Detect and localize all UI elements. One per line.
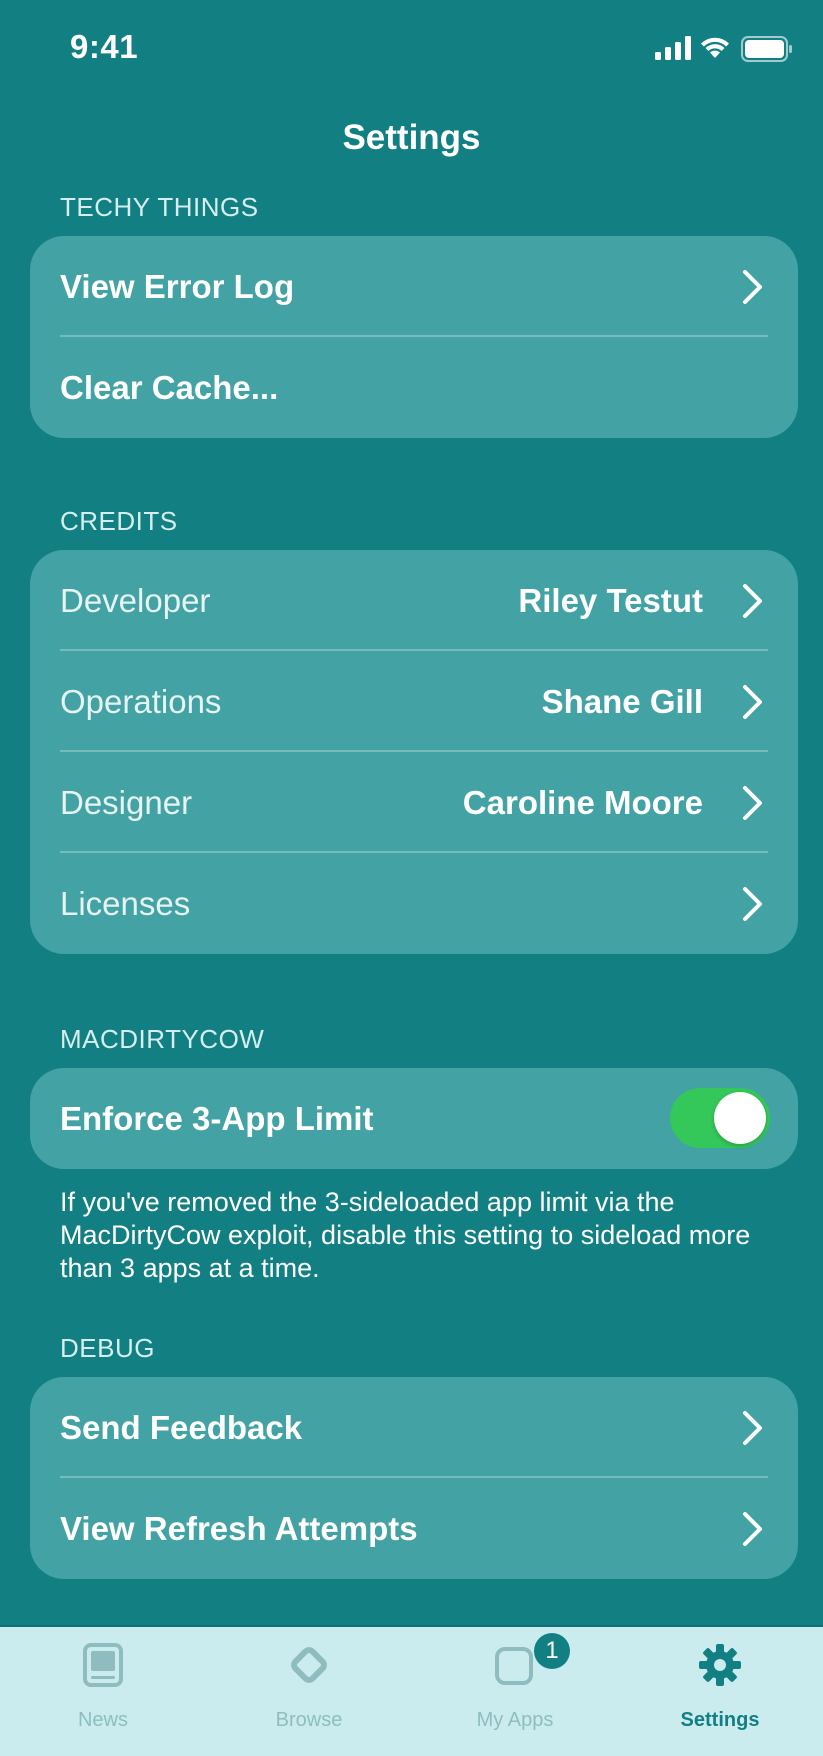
clear-cache-row[interactable]: Clear Cache... — [30, 337, 798, 438]
chevron-right-icon — [743, 786, 762, 820]
tab-my-apps[interactable]: 1 My Apps — [412, 1627, 618, 1756]
designer-value: Caroline Moore — [462, 784, 703, 821]
credits-designer-row[interactable]: Designer Caroline Moore — [30, 752, 798, 853]
licenses-label: Licenses — [60, 885, 191, 922]
enforce-app-limit-toggle[interactable] — [670, 1088, 770, 1148]
chevron-right-icon — [743, 1411, 762, 1445]
browse-icon — [291, 1647, 327, 1683]
developer-value: Riley Testut — [518, 582, 703, 619]
macdirtycow-footer-note: If you've removed the 3-sideloaded app l… — [60, 1187, 751, 1283]
licenses-row[interactable]: Licenses — [30, 853, 798, 954]
view-error-log-row[interactable]: View Error Log — [30, 236, 798, 337]
operations-label: Operations — [60, 683, 222, 720]
send-feedback-row[interactable]: Send Feedback — [30, 1377, 798, 1478]
page-title: Settings — [342, 118, 481, 157]
tab-settings-label: Settings — [680, 1709, 760, 1731]
send-feedback-label: Send Feedback — [60, 1409, 303, 1446]
tab-my-apps-label: My Apps — [476, 1709, 554, 1731]
tab-settings[interactable]: Settings — [617, 1627, 823, 1756]
news-icon — [83, 1643, 123, 1687]
section-header-techy: TECHY THINGS — [60, 192, 259, 222]
my-apps-icon — [495, 1647, 533, 1685]
group-credits: Developer Riley Testut Operations Shane … — [30, 550, 798, 954]
toggle-knob — [714, 1092, 766, 1144]
section-header-debug: DEBUG — [60, 1333, 155, 1363]
tab-browse-label: Browse — [275, 1709, 343, 1731]
cellular-signal-icon — [655, 36, 691, 60]
enforce-app-limit-label: Enforce 3-App Limit — [60, 1100, 374, 1137]
section-header-credits: CREDITS — [60, 506, 178, 536]
gear-icon — [699, 1644, 741, 1686]
my-apps-badge: 1 — [534, 1633, 570, 1669]
chevron-right-icon — [743, 1512, 762, 1546]
credits-developer-row[interactable]: Developer Riley Testut — [30, 550, 798, 651]
chevron-right-icon — [743, 887, 762, 921]
section-header-macdirtycow: MACDIRTYCOW — [60, 1024, 265, 1054]
chevron-right-icon — [743, 584, 762, 618]
tab-news[interactable]: News — [0, 1627, 206, 1756]
status-bar: 9:41 — [0, 0, 823, 100]
group-debug: Send Feedback View Refresh Attempts — [30, 1377, 798, 1579]
battery-icon — [741, 36, 792, 62]
view-refresh-attempts-row[interactable]: View Refresh Attempts — [30, 1478, 798, 1579]
operations-value: Shane Gill — [541, 683, 703, 720]
group-macdirtycow: Enforce 3-App Limit — [30, 1068, 798, 1169]
status-time: 9:41 — [70, 28, 139, 65]
designer-label: Designer — [60, 784, 193, 821]
group-techy: View Error Log Clear Cache... — [30, 236, 798, 438]
credits-operations-row[interactable]: Operations Shane Gill — [30, 651, 798, 752]
view-error-log-label: View Error Log — [60, 268, 295, 305]
enforce-app-limit-row: Enforce 3-App Limit — [30, 1068, 798, 1169]
chevron-right-icon — [743, 685, 762, 719]
chevron-right-icon — [743, 270, 762, 304]
tab-news-label: News — [77, 1709, 128, 1731]
view-refresh-attempts-label: View Refresh Attempts — [60, 1510, 418, 1547]
tab-browse[interactable]: Browse — [206, 1627, 412, 1756]
wifi-icon — [701, 37, 729, 58]
tab-bar: News Browse 1 My Apps Settings — [0, 1625, 823, 1756]
clear-cache-label: Clear Cache... — [60, 369, 279, 406]
developer-label: Developer — [60, 582, 211, 619]
